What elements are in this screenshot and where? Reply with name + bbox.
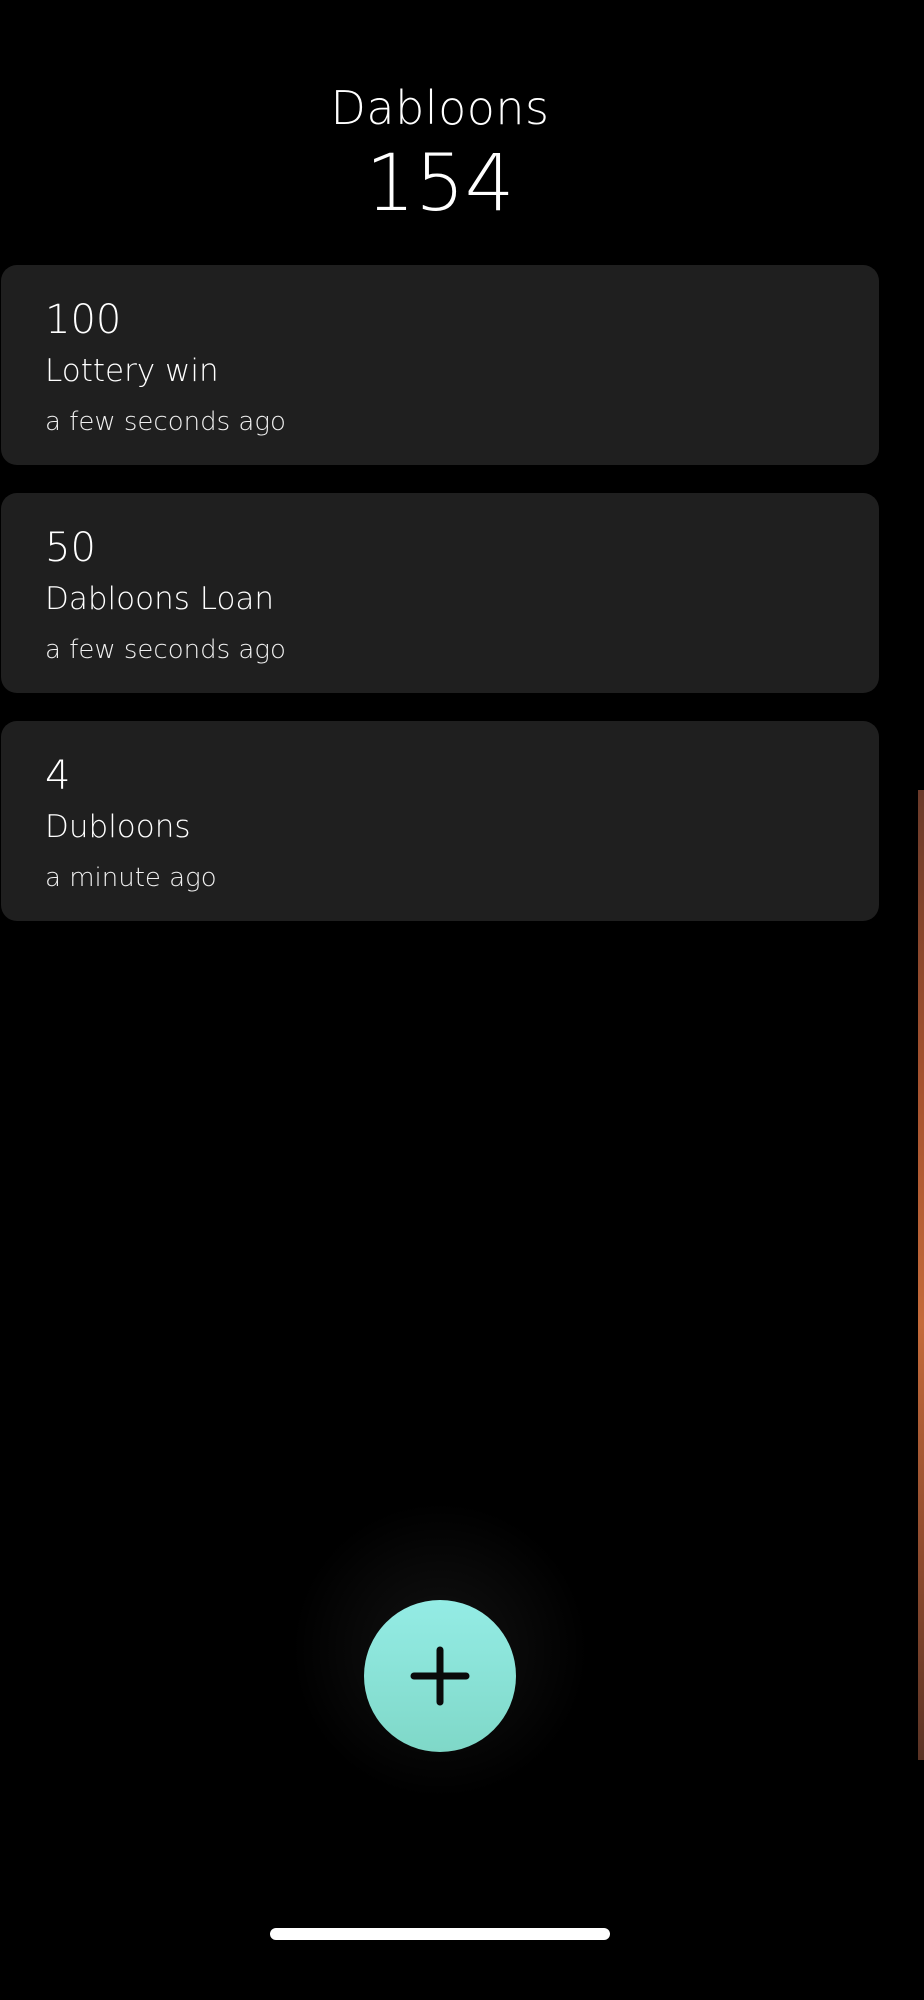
transaction-card[interactable]: 100 Lottery win a few seconds ago — [1, 265, 879, 465]
transaction-time: a few seconds ago — [45, 407, 286, 437]
plus-icon — [410, 1646, 470, 1706]
transaction-label: Lottery win — [45, 353, 219, 389]
page-title: Dabloons — [330, 81, 550, 135]
background-image-edge — [918, 790, 924, 1760]
transaction-list: 100 Lottery win a few seconds ago 50 Dab… — [1, 265, 879, 949]
transaction-label: Dubloons — [45, 809, 191, 845]
balance-header: Dabloons 154 — [0, 80, 880, 232]
transaction-label: Dabloons Loan — [45, 581, 275, 617]
add-transaction-button[interactable] — [364, 1600, 516, 1752]
transaction-card[interactable]: 4 Dubloons a minute ago — [1, 721, 879, 921]
transaction-amount: 100 — [45, 297, 122, 343]
balance-total: 154 — [365, 139, 515, 229]
transaction-card[interactable]: 50 Dabloons Loan a few seconds ago — [1, 493, 879, 693]
transaction-amount: 4 — [45, 753, 71, 799]
transaction-amount: 50 — [45, 525, 96, 571]
transaction-time: a minute ago — [45, 863, 217, 893]
home-indicator[interactable] — [270, 1928, 610, 1940]
transaction-time: a few seconds ago — [45, 635, 286, 665]
